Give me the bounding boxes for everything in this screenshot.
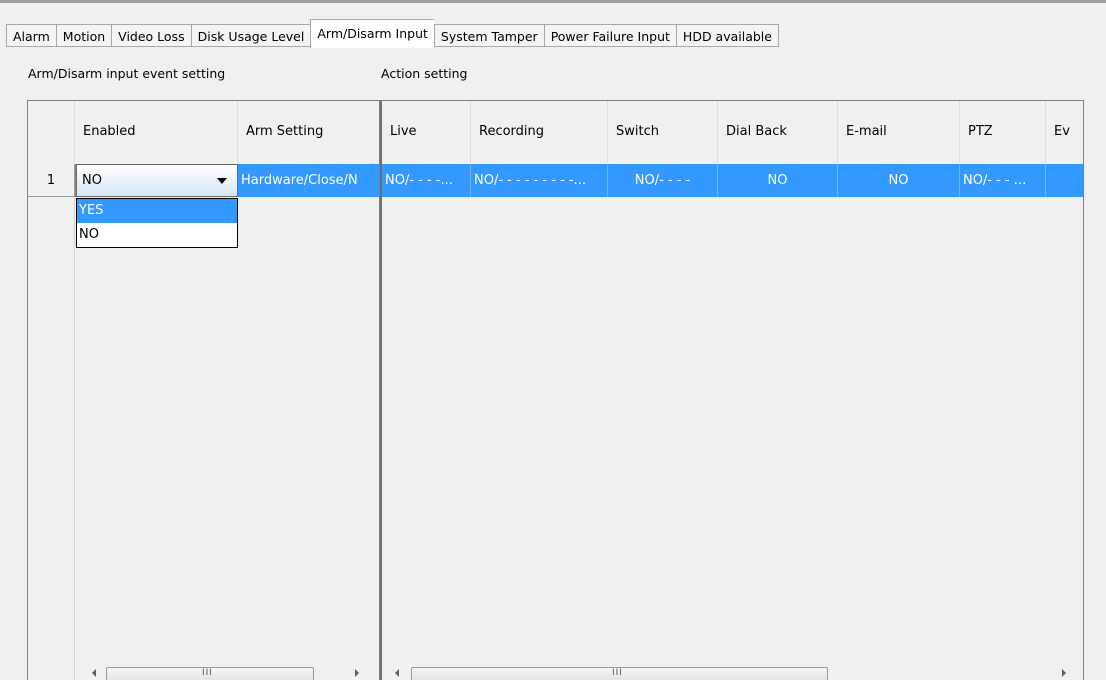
- tab-video-loss[interactable]: Video Loss: [111, 24, 191, 47]
- arm-setting-cell[interactable]: Hardware/Close/N: [238, 164, 379, 197]
- action-grid-hscrollbar[interactable]: III: [382, 666, 1083, 680]
- dropdown-option-yes[interactable]: YES: [77, 199, 237, 223]
- grip-icon: III: [612, 668, 623, 678]
- dropdown-option-no[interactable]: NO: [77, 223, 237, 247]
- enabled-dropdown[interactable]: NO: [76, 164, 238, 197]
- live-cell[interactable]: NO/- - - -...: [382, 164, 471, 197]
- column-header-dial-back[interactable]: Dial Back: [718, 101, 838, 163]
- action-setting-label: Action setting: [381, 66, 468, 81]
- grip-icon: III: [202, 668, 213, 678]
- column-header-arm-setting[interactable]: Arm Setting: [238, 101, 379, 163]
- recording-cell[interactable]: NO/- - - - - - - - -...: [471, 164, 608, 197]
- column-header-live[interactable]: Live: [382, 101, 471, 163]
- column-header-ev[interactable]: Ev: [1046, 101, 1083, 163]
- tab-hdd-available[interactable]: HDD available: [675, 24, 779, 47]
- scroll-thumb[interactable]: III: [106, 667, 314, 680]
- row-header-corner: [28, 101, 75, 163]
- event-setting-label: Arm/Disarm input event setting: [28, 66, 226, 81]
- tab-list: Alarm Motion Video Loss Disk Usage Level…: [6, 13, 779, 48]
- column-header-enabled[interactable]: Enabled: [75, 101, 238, 163]
- tab-power-failure-input[interactable]: Power Failure Input: [543, 24, 676, 47]
- event-grid-header: Enabled Arm Setting: [28, 101, 379, 163]
- tab-motion[interactable]: Motion: [55, 24, 112, 47]
- scroll-left-icon[interactable]: [395, 669, 399, 677]
- tab-strip: Alarm Motion Video Loss Disk Usage Level…: [0, 0, 1106, 48]
- event-grid-hscrollbar[interactable]: III: [75, 666, 379, 680]
- tab-arm-disarm-input[interactable]: Arm/Disarm Input: [310, 19, 434, 48]
- enabled-dropdown-value: NO: [82, 173, 102, 188]
- column-header-recording[interactable]: Recording: [471, 101, 608, 163]
- tab-disk-usage-level[interactable]: Disk Usage Level: [190, 24, 311, 47]
- tab-alarm[interactable]: Alarm: [6, 24, 56, 47]
- column-header-email[interactable]: E-mail: [838, 101, 960, 163]
- tab-system-tamper[interactable]: System Tamper: [433, 24, 544, 47]
- action-setting-grid: Live Recording Switch Dial Back E-mail P…: [380, 100, 1084, 680]
- chevron-down-icon[interactable]: [217, 178, 227, 184]
- scroll-left-icon[interactable]: [92, 669, 96, 677]
- table-row[interactable]: NO/- - - -... NO/- - - - - - - - -... NO…: [382, 164, 1083, 197]
- row-number[interactable]: 1: [28, 164, 75, 197]
- column-header-ptz[interactable]: PTZ: [960, 101, 1046, 163]
- column-header-switch[interactable]: Switch: [608, 101, 718, 163]
- dial-back-cell[interactable]: NO: [718, 164, 838, 197]
- scroll-right-icon[interactable]: [1062, 669, 1066, 677]
- row-header-column: [28, 198, 75, 680]
- switch-cell[interactable]: NO/- - - -: [608, 164, 718, 197]
- action-grid-header: Live Recording Switch Dial Back E-mail P…: [382, 101, 1083, 163]
- ev-cell[interactable]: [1046, 164, 1083, 197]
- ptz-cell[interactable]: NO/- - - ...: [960, 164, 1046, 197]
- enabled-dropdown-list: YES NO: [76, 198, 238, 248]
- scroll-right-icon[interactable]: [355, 669, 359, 677]
- scroll-thumb[interactable]: III: [411, 667, 828, 680]
- email-cell[interactable]: NO: [838, 164, 960, 197]
- event-setting-grid: Enabled Arm Setting 1 Hardware/Close/N N…: [27, 100, 380, 680]
